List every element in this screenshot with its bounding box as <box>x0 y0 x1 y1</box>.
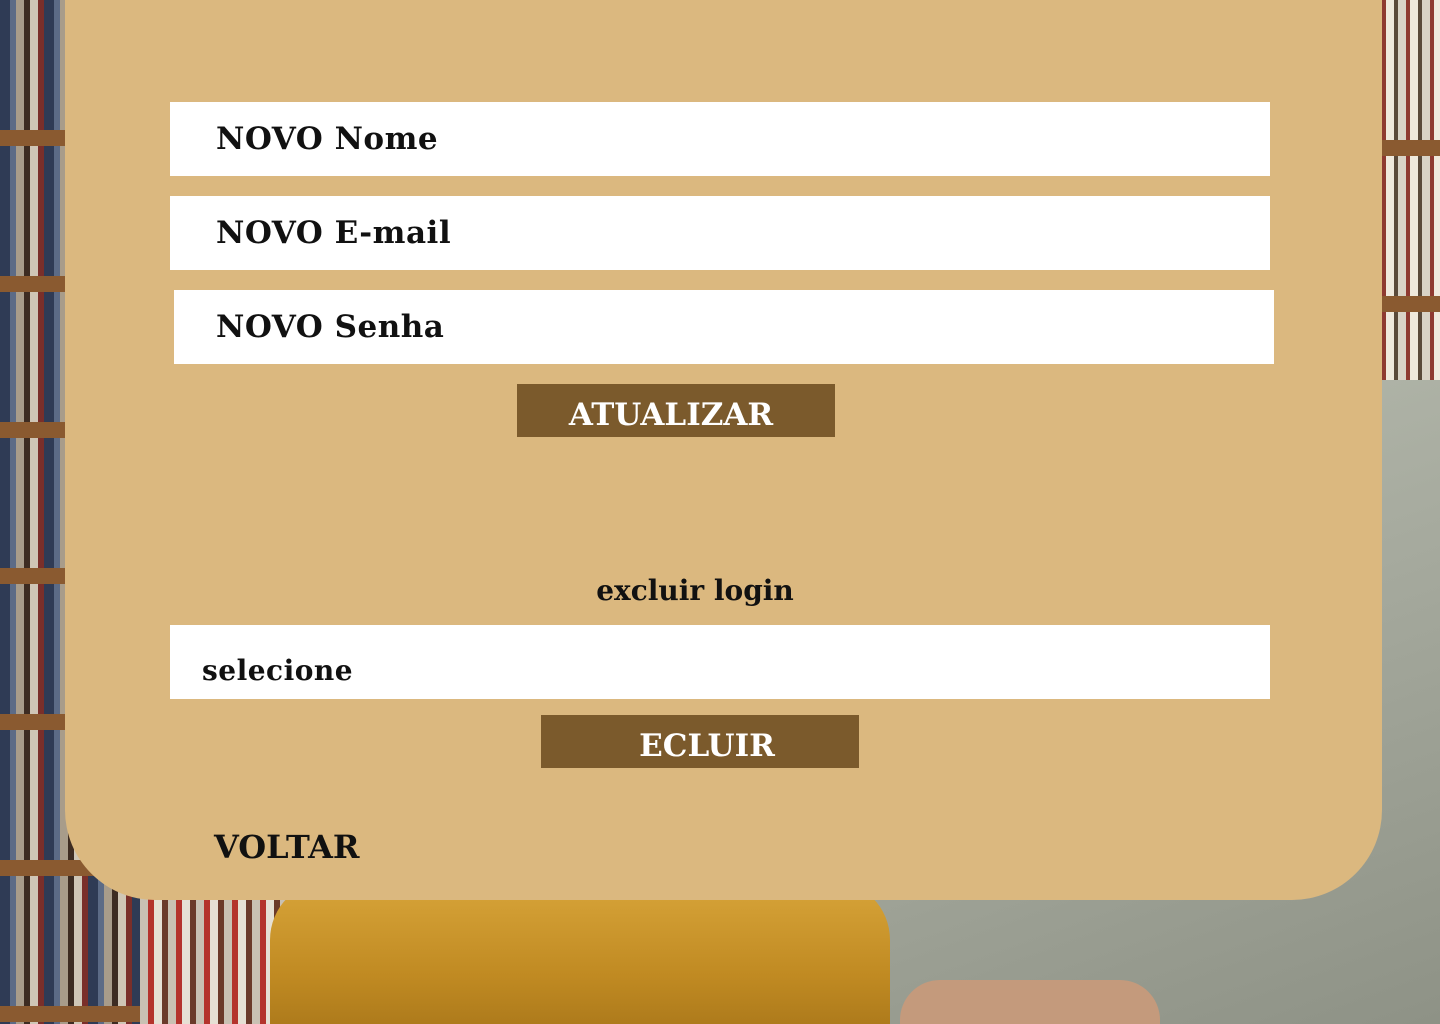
new-password-placeholder: NOVO Senha <box>216 309 445 345</box>
delete-login-select[interactable]: selecione <box>170 625 1270 699</box>
update-button[interactable]: ATUALIZAR <box>517 384 835 437</box>
delete-section-title: excluir login <box>596 574 794 607</box>
hand <box>900 980 1160 1024</box>
new-email-input[interactable]: NOVO E-mail <box>170 196 1270 270</box>
new-name-placeholder: NOVO Nome <box>216 121 439 157</box>
back-link[interactable]: VOLTAR <box>214 828 360 866</box>
new-password-input[interactable]: NOVO Senha <box>174 290 1274 364</box>
armchair <box>270 880 890 1024</box>
new-name-input[interactable]: NOVO Nome <box>170 102 1270 176</box>
delete-button[interactable]: ECLUIR <box>541 715 859 768</box>
delete-button-label: ECLUIR <box>639 727 775 764</box>
new-email-placeholder: NOVO E-mail <box>216 215 452 251</box>
bookshelf-lower-left <box>140 880 290 1024</box>
update-button-label: ATUALIZAR <box>568 396 774 433</box>
select-value: selecione <box>202 653 354 687</box>
